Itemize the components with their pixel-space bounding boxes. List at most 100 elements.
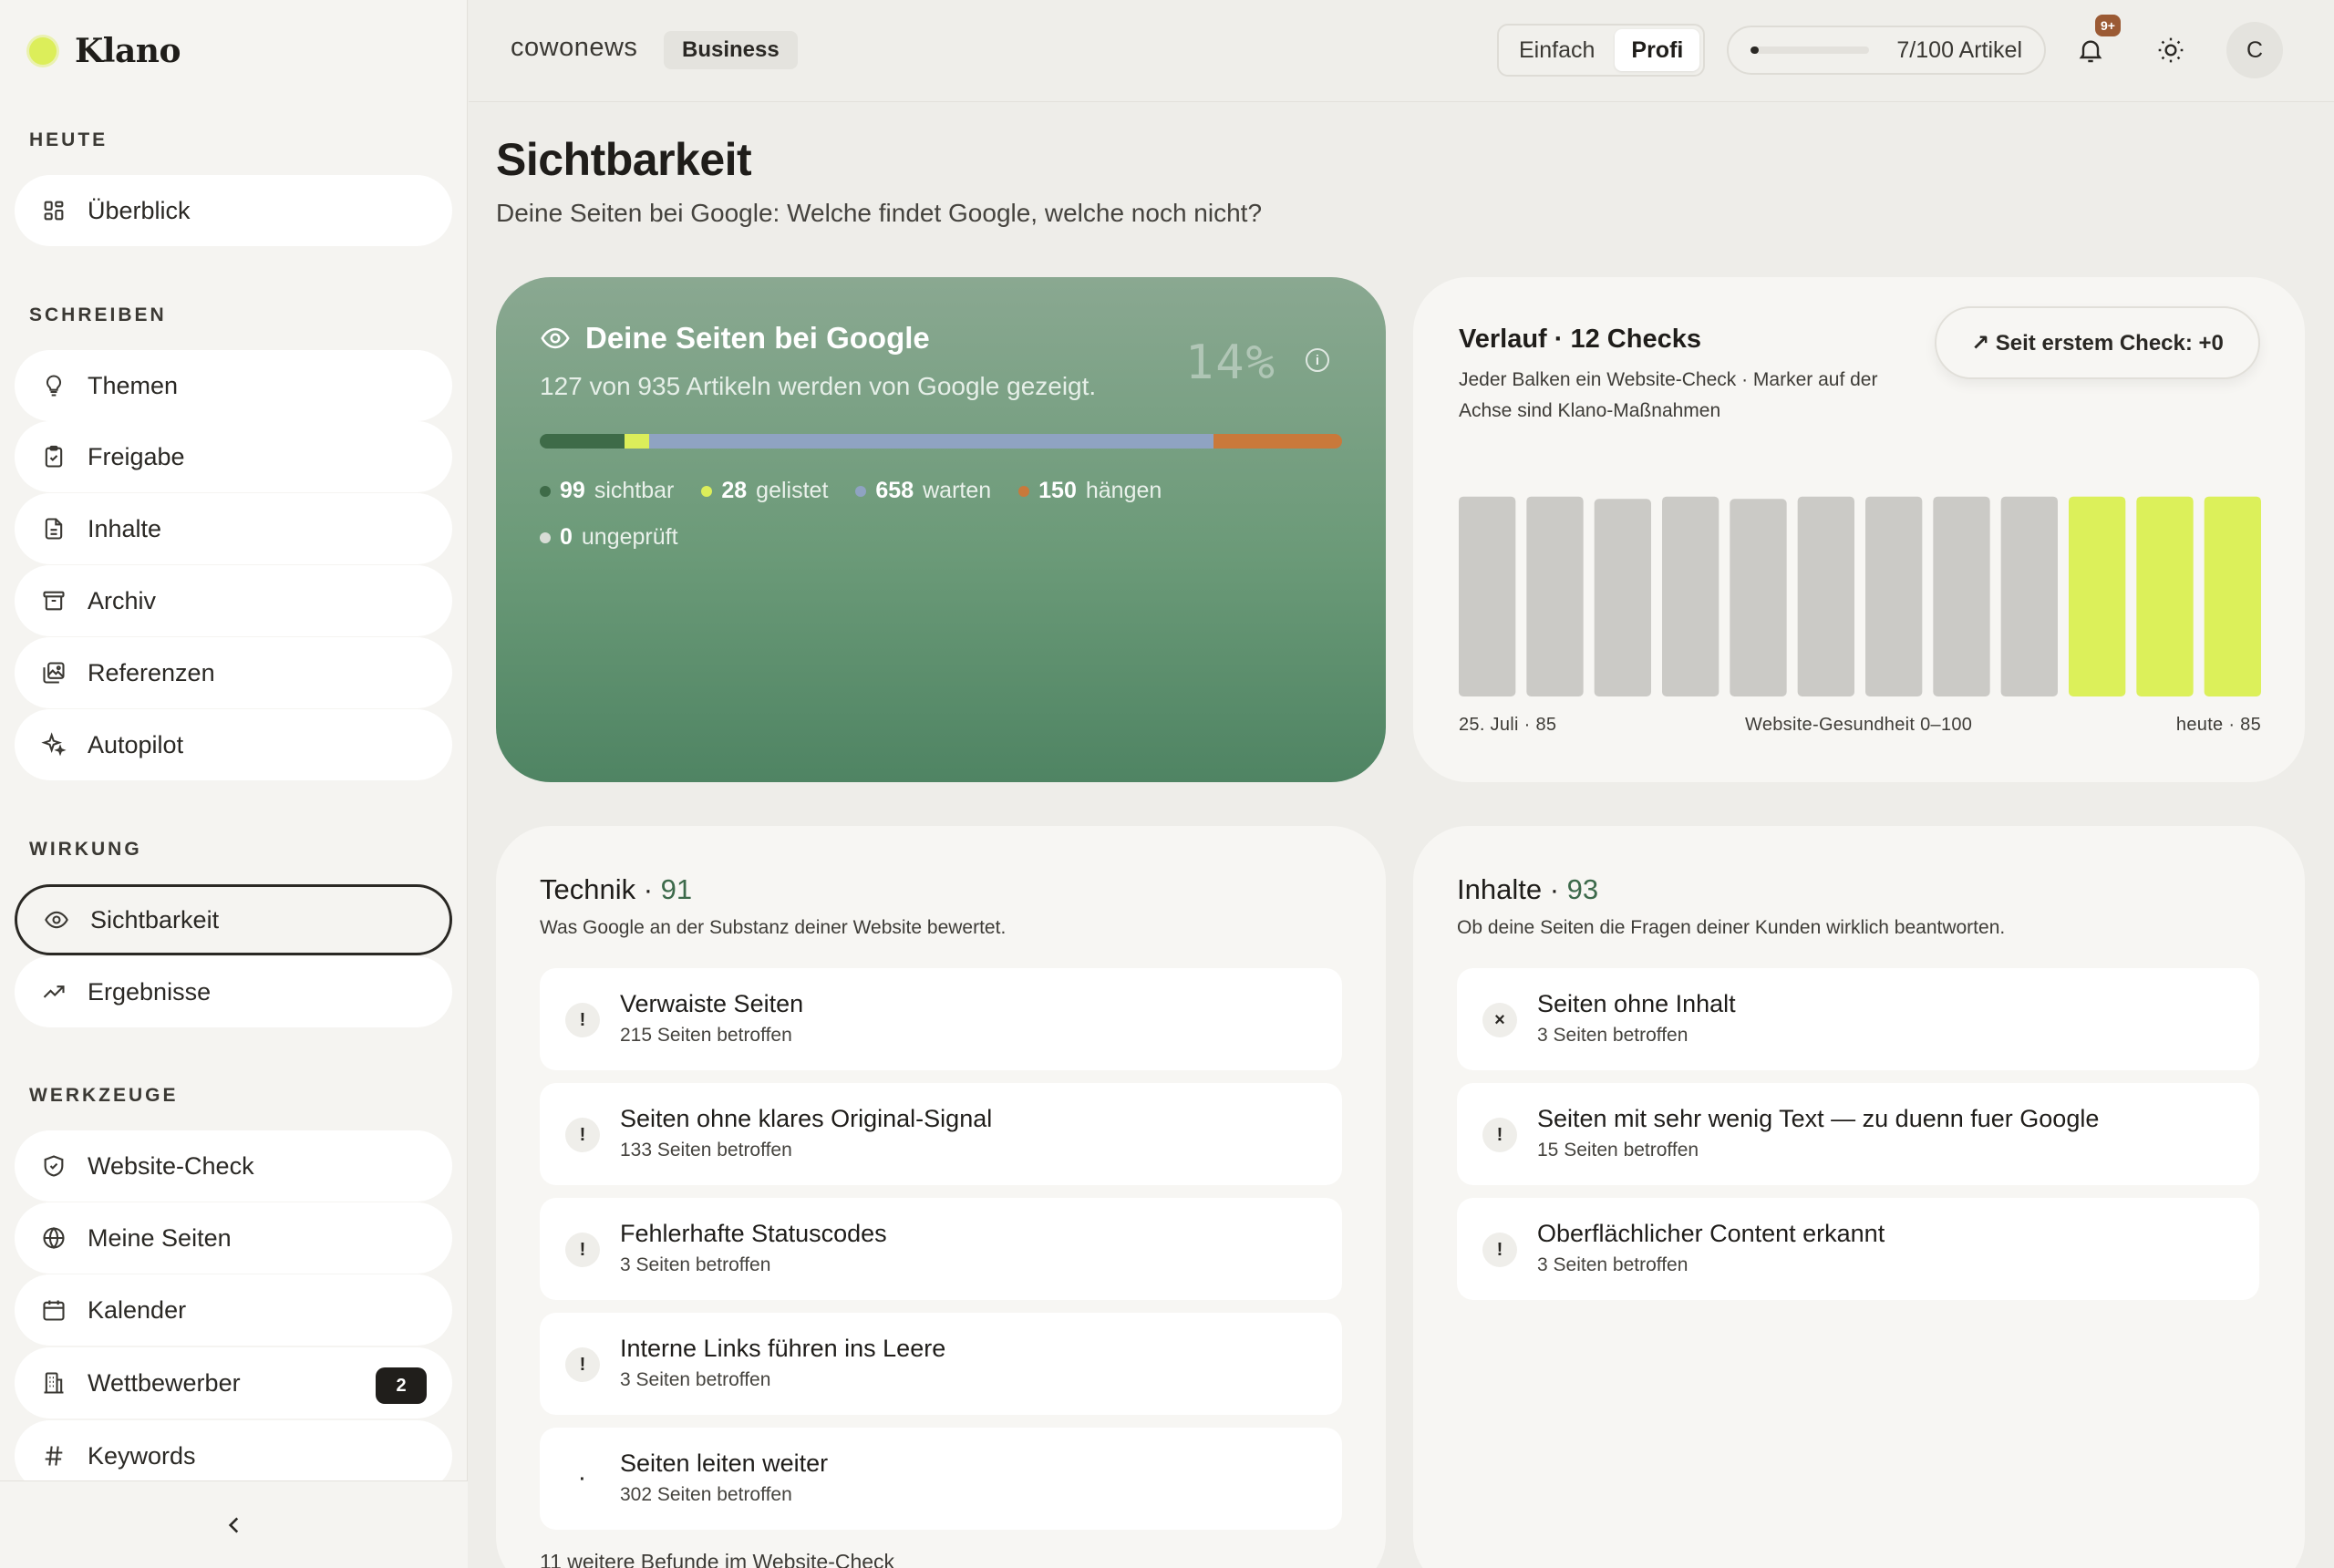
article-quota[interactable]: 7/100 Artikel [1727,26,2046,75]
legend-count: 150 [1038,478,1077,503]
brand[interactable]: Klano [29,27,181,75]
info-icon[interactable]: i [1306,348,1329,372]
issue-row[interactable]: ! Seiten ohne klares Original-Signal 133 S… [540,1083,1342,1185]
axis-label-start: 25. Juli · 85 [1459,715,1557,735]
hero-subtitle: 127 von 935 Artikeln werden von Google g… [540,372,1097,400]
workspace-name[interactable]: cowonews [511,33,637,63]
grid-icon [40,197,67,224]
quota-progress-fill [1750,46,1760,54]
nav-section-schreiben: SCHREIBEN [29,304,167,325]
health-bar[interactable] [1865,496,1923,696]
warning-icon: ! [565,1347,600,1382]
more-findings-link[interactable]: 11 weitere Befunde im Website-Check [540,1550,894,1568]
issue-affected-count: 3 Seiten betroffen [1537,1025,1689,1046]
error-icon: × [1482,1003,1517,1037]
technik-score: 91 [660,873,693,905]
issue-row[interactable]: · Seiten leiten weiter 302 Seiten betroffe… [540,1428,1342,1530]
issue-row[interactable]: ! Interne Links führen ins Leere 3 Seiten … [540,1313,1342,1415]
health-bar[interactable] [2204,496,2261,696]
issue-row[interactable]: ! Oberflächlicher Content erkannt 3 Seiten… [1457,1198,2259,1300]
sidebar-item-ergebnisse[interactable]: Ergebnisse [15,956,452,1027]
document-icon [40,515,67,542]
legend-dot [701,485,713,497]
stack-segment-gelistet [625,434,649,449]
nav-section-werkzeuge: WERKZEUGE [29,1085,179,1106]
sidebar-item-ueberblick[interactable]: Überblick [15,175,452,246]
page-title: Sichtbarkeit [496,134,752,185]
legend-dot [855,485,867,497]
sidebar-item-meine-seiten[interactable]: Meine Seiten [15,1202,452,1274]
warning-icon: ! [1482,1118,1517,1152]
health-bar[interactable] [1526,496,1584,696]
sidebar-item-label: Autopilot [88,730,184,758]
sun-icon [2158,37,2184,63]
stack-segment-hängen [1213,434,1342,449]
hero-title-text: Deine Seiten bei Google [585,321,930,355]
warning-icon: ! [565,1118,600,1152]
sparkle-icon [40,731,67,758]
sidebar-item-kalender[interactable]: Kalender [15,1274,452,1346]
health-bar[interactable] [1594,499,1651,696]
sidebar-item-label: Sichtbarkeit [90,905,220,934]
sidebar-item-referenzen[interactable]: Referenzen [15,637,452,708]
health-bar[interactable] [1797,496,1854,696]
stack-segment-warten [648,434,1213,449]
sidebar-item-sichtbarkeit[interactable]: Sichtbarkeit [15,884,452,955]
technik-title: Technik · 91 [540,873,693,905]
health-bar[interactable] [1459,496,1516,696]
mode-option-profi[interactable]: Profi [1615,29,1700,71]
sidebar-item-label: Website-Check [88,1151,254,1180]
collapse-sidebar-button[interactable] [212,1503,256,1547]
sidebar-item-wettbewerber[interactable]: Wettbewerber 2 [15,1347,452,1418]
issue-row[interactable]: ! Verwaiste Seiten 215 Seiten betroffen [540,968,1342,1070]
health-bar[interactable] [2136,496,2194,696]
google-visibility-card: Deine Seiten bei Google 127 von 935 Arti… [496,277,1386,782]
legend-label: ungeprüft [581,524,678,550]
issue-title: Seiten ohne Inhalt [1537,990,1736,1017]
topbar: cowonews Business Einfach Profi 7/100 Ar… [469,0,2334,102]
since-first-check-button[interactable]: ↗ Seit erstem Check: +0 [1935,306,2260,379]
axis-label-end: heute · 85 [2175,715,2261,735]
notifications-button[interactable]: 9+ [2070,15,2121,71]
theme-toggle-button[interactable] [2150,29,2192,71]
sidebar-item-themen[interactable]: Themen [15,350,452,421]
sidebar-item-archiv[interactable]: Archiv [15,565,452,636]
health-bar[interactable] [1933,496,1990,696]
health-bar[interactable] [2069,496,2126,696]
notifications-badge: 9+ [2095,15,2121,36]
sidebar-item-autopilot[interactable]: Autopilot [15,709,452,780]
sidebar-item-inhalte[interactable]: Inhalte [15,493,452,564]
issue-row[interactable]: ! Fehlerhafte Statuscodes 3 Seiten betroff… [540,1198,1342,1300]
issue-row[interactable]: × Seiten ohne Inhalt 3 Seiten betroffen [1457,968,2259,1070]
health-bar[interactable] [1730,499,1787,696]
avatar[interactable]: C [2226,22,2283,78]
hash-icon [40,1442,67,1470]
sidebar-item-freigabe[interactable]: Freigabe [15,421,452,492]
inhalte-score: 93 [1566,873,1599,905]
legend-count: 28 [721,478,748,503]
eye-icon [43,906,70,934]
issue-affected-count: 3 Seiten betroffen [620,1369,771,1390]
visibility-stacked-bar [540,434,1342,449]
sidebar-item-website-check[interactable]: Website-Check [15,1130,452,1202]
plan-badge: Business [664,31,798,69]
sidebar-item-label: Referenzen [88,658,215,686]
legend-count: 99 [560,478,585,503]
nav-section-heute: HEUTE [29,129,108,150]
bell-icon [2079,40,2102,63]
legend-item: 28 gelistet [701,478,828,504]
legend-count: 0 [560,524,573,550]
issue-row[interactable]: ! Seiten mit sehr wenig Text — zu duenn f… [1457,1083,2259,1185]
issue-title: Seiten mit sehr wenig Text — zu duenn fu… [1537,1105,2100,1132]
sidebar-footer [0,1480,468,1568]
legend-item: 658 warten [855,478,991,504]
calendar-icon [40,1296,67,1324]
legend-dot [540,485,551,497]
health-bar[interactable] [1662,496,1720,696]
health-bar[interactable] [2000,496,2058,696]
mode-option-einfach[interactable]: Einfach [1503,29,1611,71]
issue-affected-count: 133 Seiten betroffen [620,1140,792,1161]
sidebar-item-label: Archiv [88,586,157,614]
trend-description: Jeder Balken ein Website-Check · Marker … [1459,369,1878,421]
legend-label: sichtbar [594,478,675,503]
